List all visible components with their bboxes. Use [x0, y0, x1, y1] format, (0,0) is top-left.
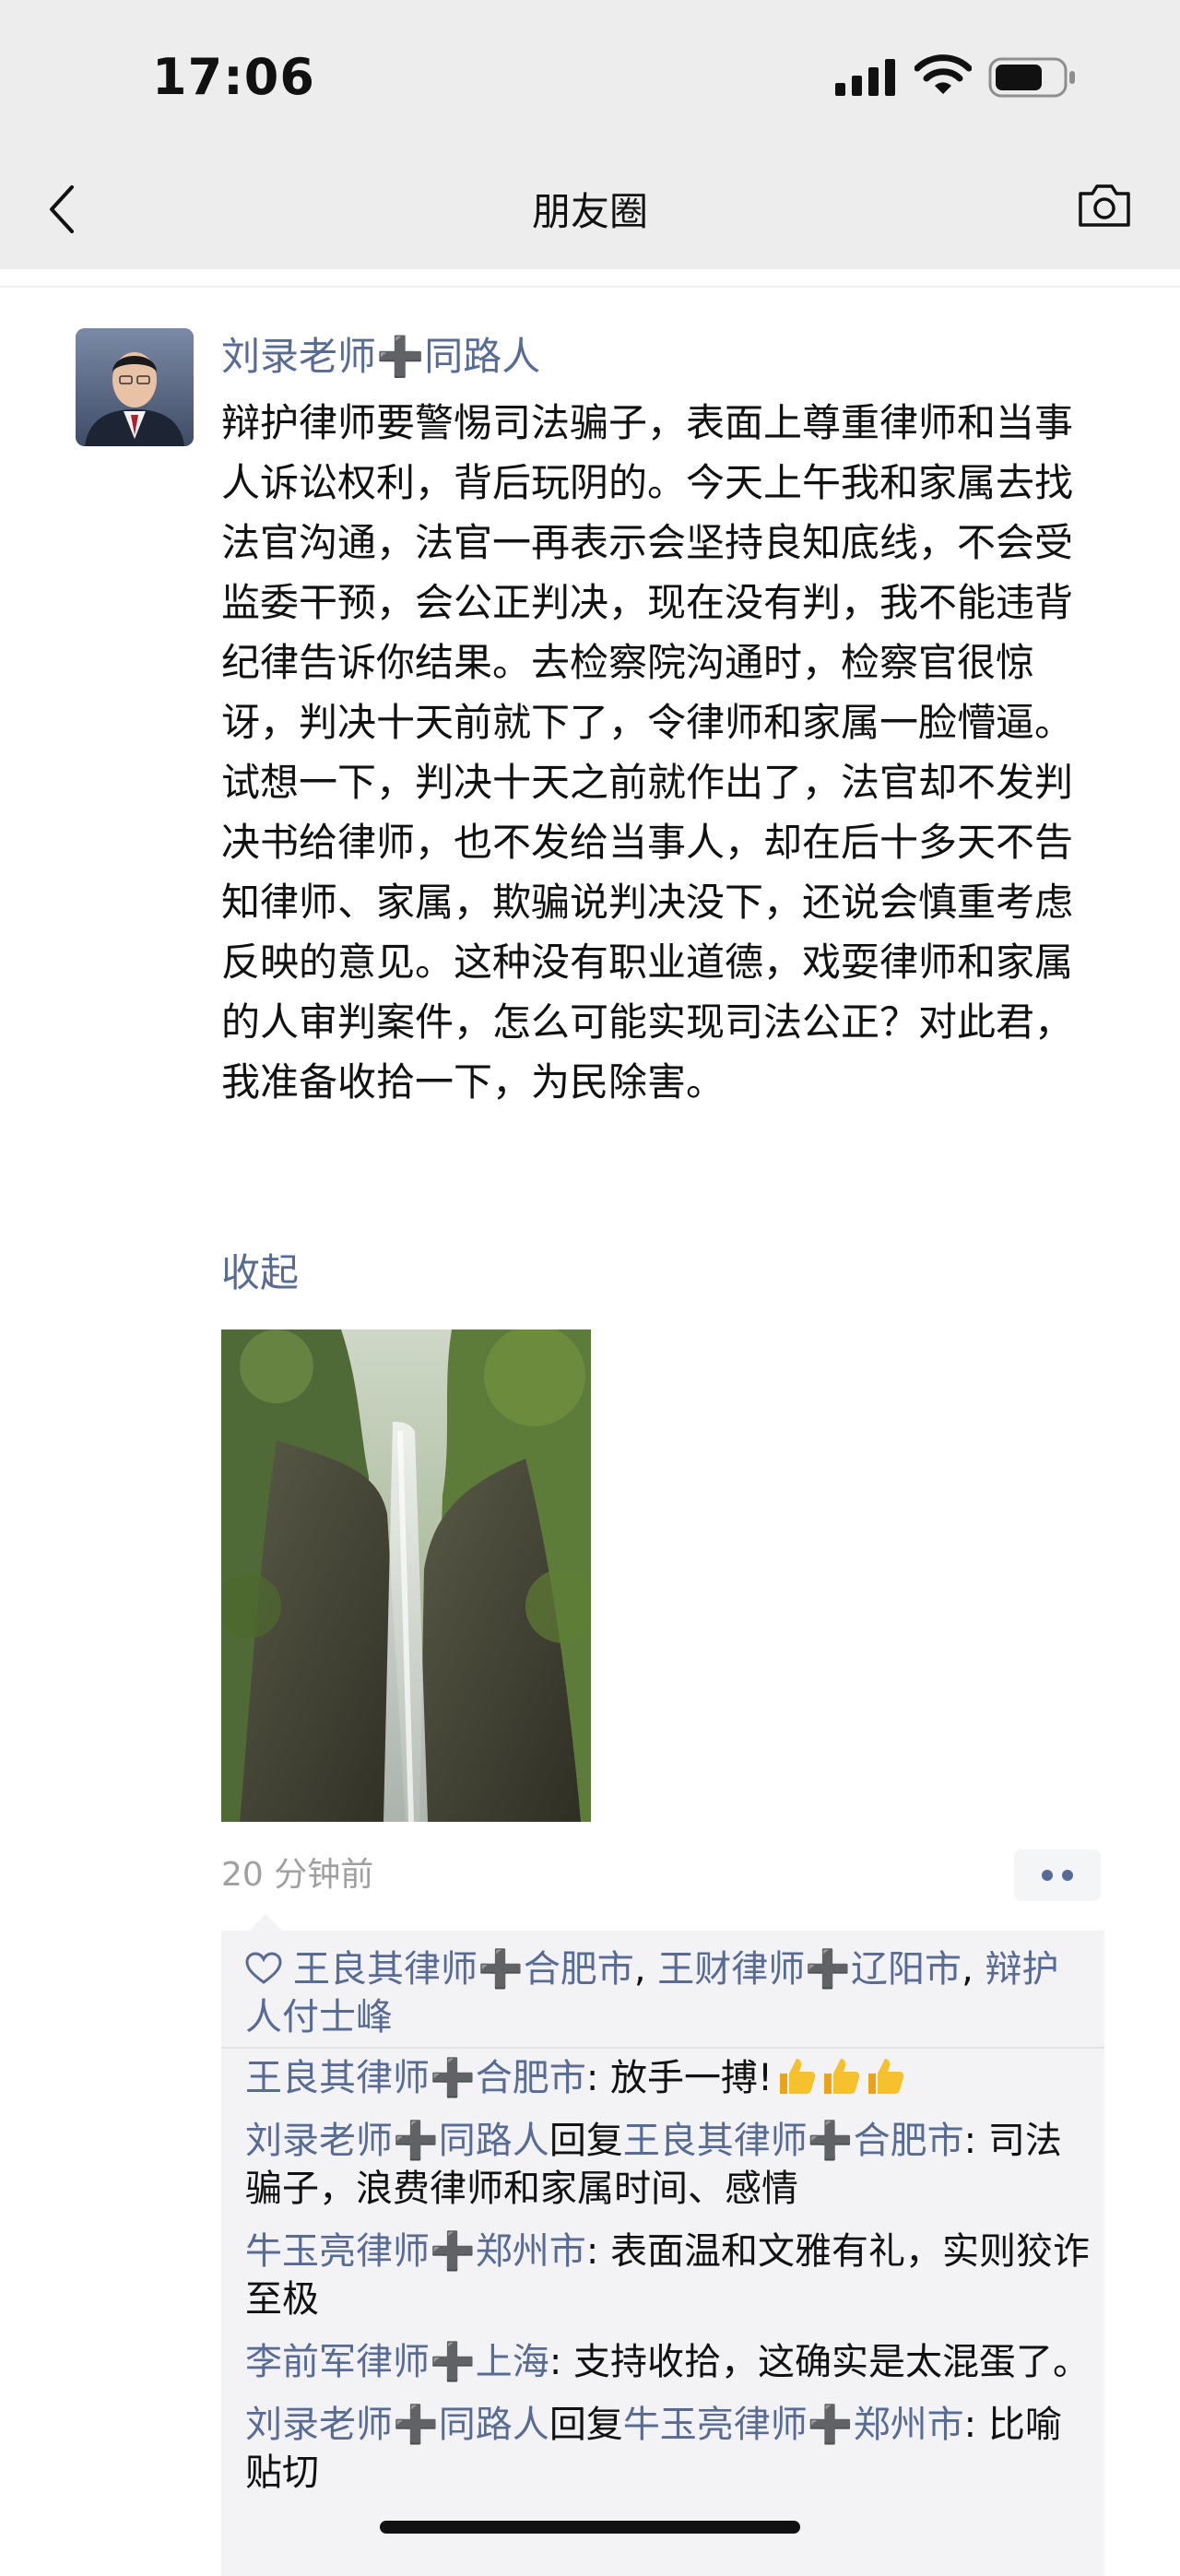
- post-author[interactable]: 刘录老师➕同路人: [221, 328, 540, 385]
- like-name[interactable]: 王良其律师➕合肥市: [293, 1948, 634, 1991]
- post-text: 辩护律师要警惕司法骗子，表面上尊重律师和当事人诉讼权利，背后玩阴的。今天上午我和…: [221, 400, 1074, 1105]
- reply-keyword: 回复: [549, 2404, 623, 2446]
- post-photo-waterfall[interactable]: [221, 1329, 591, 1822]
- like-name[interactable]: 王财律师➕辽阳市: [657, 1948, 962, 1991]
- comment-author[interactable]: 牛玉亮律师➕郑州市: [245, 2230, 586, 2273]
- comment-author[interactable]: 刘录老师➕同路人: [245, 2404, 549, 2446]
- wifi-icon: [914, 54, 972, 94]
- comment-author[interactable]: 王良其律师➕合肥市: [245, 2057, 586, 2099]
- thumbs-up-icon: [824, 2059, 860, 2094]
- comment-separator: :: [585, 2230, 611, 2273]
- status-time: 17:06: [152, 48, 315, 106]
- comment-separator: :: [963, 2120, 988, 2162]
- comment-separator: :: [585, 2057, 611, 2099]
- comment-item[interactable]: 刘录老师➕同路人回复牛玉亮律师➕郑州市: 比喻贴切: [245, 2401, 1090, 2497]
- battery-icon: [988, 57, 1075, 98]
- collapse-link[interactable]: 收起: [221, 1245, 299, 1302]
- top-bar: 17:06 朋友圈: [0, 0, 1180, 269]
- comment-separator: :: [963, 2404, 988, 2446]
- reply-target[interactable]: 王良其律师➕合肥市: [623, 2120, 964, 2162]
- camera-button[interactable]: [1077, 181, 1132, 234]
- home-indicator[interactable]: [380, 2521, 800, 2534]
- likes-divider: [221, 2047, 1104, 2049]
- avatar-portrait-image: [76, 328, 194, 446]
- thumbs-up-icon: [868, 2059, 904, 2094]
- comment-separator: :: [549, 2341, 574, 2383]
- post-timestamp: 20 分钟前: [221, 1856, 374, 1894]
- waterfall-photo-image: [221, 1329, 591, 1822]
- comment-text: 放手一搏!: [610, 2057, 773, 2099]
- like-separator: ,: [962, 1948, 985, 1991]
- likes-list: 王良其律师➕合肥市, 王财律师➕辽阳市, 辩护人付士峰: [245, 1945, 1090, 2041]
- comment-item[interactable]: 李前军律师➕上海: 支持收拾，这确实是太混蛋了。: [245, 2338, 1090, 2386]
- comments-list: 王良其律师➕合肥市: 放手一搏! 刘录老师➕同路人回复王良其律师➕合肥市: 司法骗…: [245, 2054, 1090, 2511]
- page-title: 朋友圈: [531, 189, 648, 234]
- like-separator: ,: [633, 1948, 658, 1991]
- reply-target[interactable]: 牛玉亮律师➕郑州市: [623, 2404, 964, 2446]
- comment-text: 支持收拾，这确实是太混蛋了。: [573, 2341, 1091, 2383]
- dot-icon: [1062, 1870, 1073, 1881]
- interactions-panel: 王良其律师➕合肥市, 王财律师➕辽阳市, 辩护人付士峰 王良其律师➕合肥市: 放…: [221, 1914, 1104, 2576]
- dot-icon: [1042, 1870, 1053, 1881]
- more-options-button[interactable]: [1014, 1849, 1101, 1901]
- comment-author[interactable]: 刘录老师➕同路人: [245, 2120, 549, 2162]
- avatar[interactable]: [76, 328, 194, 446]
- divider: [0, 286, 1180, 288]
- comment-item[interactable]: 牛玉亮律师➕郑州市: 表面温和文雅有礼，实则狡诈至极: [245, 2227, 1090, 2323]
- reply-keyword: 回复: [549, 2120, 623, 2162]
- thumbs-up-icon: [780, 2059, 816, 2094]
- cellular-signal-icon: [835, 59, 895, 96]
- heart-outline-icon: [245, 1952, 282, 1984]
- camera-icon: [1079, 184, 1130, 227]
- comment-item[interactable]: 王良其律师➕合肥市: 放手一搏!: [245, 2054, 1090, 2102]
- comment-author[interactable]: 李前军律师➕上海: [245, 2341, 549, 2383]
- comment-item[interactable]: 刘录老师➕同路人回复王良其律师➕合肥市: 司法骗子，浪费律师和家属时间、感情: [245, 2117, 1090, 2213]
